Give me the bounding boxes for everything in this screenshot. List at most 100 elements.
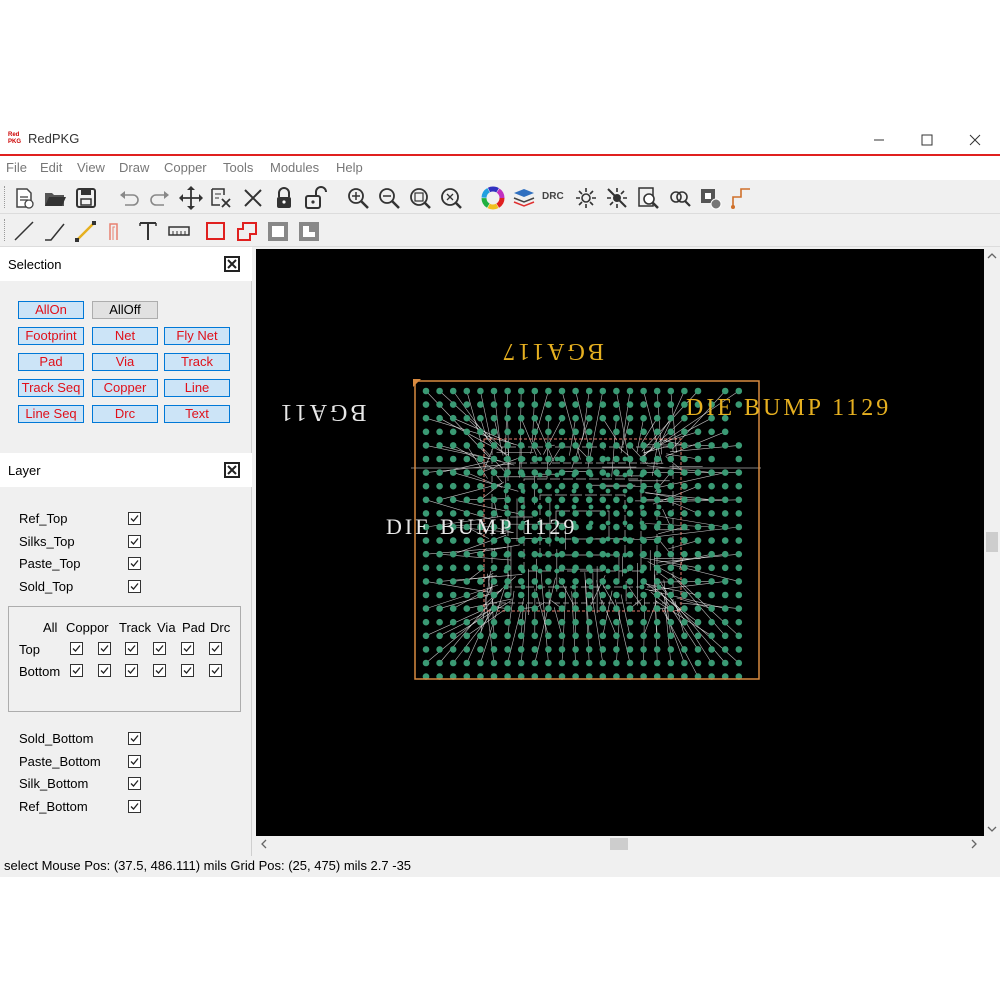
menu-edit[interactable]: Edit: [40, 160, 62, 175]
lock-icon[interactable]: [271, 185, 297, 211]
fly-net-button[interactable]: Fly Net: [164, 327, 230, 345]
paste-bottom-checkbox[interactable]: [128, 755, 141, 768]
text-tool-icon[interactable]: [135, 218, 161, 244]
line-tool-icon[interactable]: [11, 218, 37, 244]
rect-tool-icon[interactable]: [203, 218, 229, 244]
sold-top-checkbox[interactable]: [128, 580, 141, 593]
toolbar-grip[interactable]: [4, 219, 7, 241]
menu-tools[interactable]: Tools: [223, 160, 253, 175]
paste-top-checkbox[interactable]: [128, 557, 141, 570]
undo-icon[interactable]: [116, 185, 142, 211]
bottom-coppor-checkbox[interactable]: [98, 664, 111, 677]
minimize-button[interactable]: [856, 125, 902, 155]
drc-button[interactable]: Drc: [92, 405, 158, 423]
net-button[interactable]: Net: [92, 327, 158, 345]
inspect-icon[interactable]: [635, 185, 661, 211]
component-settings-icon[interactable]: [697, 185, 723, 211]
menu-view[interactable]: View: [77, 160, 105, 175]
track-seq-tool-icon[interactable]: [104, 218, 130, 244]
zoom-in-icon[interactable]: [345, 185, 371, 211]
toolbar-grip[interactable]: [4, 186, 7, 208]
bga-pad: [626, 401, 634, 408]
zoom-fit-icon[interactable]: [407, 185, 433, 211]
top-drc-checkbox[interactable]: [209, 642, 222, 655]
net-search-icon[interactable]: [666, 185, 692, 211]
zoom-out-icon[interactable]: [376, 185, 402, 211]
brightness-icon[interactable]: [573, 185, 599, 211]
bga-pad: [667, 550, 675, 558]
bottom-drc-checkbox[interactable]: [209, 664, 222, 677]
bottom-track-checkbox[interactable]: [125, 664, 138, 677]
menu-help[interactable]: Help: [336, 160, 363, 175]
copper-button[interactable]: Copper: [92, 379, 158, 397]
top-track-checkbox[interactable]: [125, 642, 138, 655]
horizontal-scrollbar[interactable]: [256, 836, 984, 852]
footprint-button[interactable]: Footprint: [18, 327, 84, 345]
bottom-pad-checkbox[interactable]: [181, 664, 194, 677]
polygon-tool-icon[interactable]: [234, 218, 260, 244]
ref-bottom-checkbox[interactable]: [128, 800, 141, 813]
route-track-icon[interactable]: [728, 185, 754, 211]
copper-fill-tool-icon[interactable]: [265, 218, 291, 244]
unlock-icon[interactable]: [302, 185, 328, 211]
cross-icon[interactable]: [240, 185, 266, 211]
maximize-button[interactable]: [904, 125, 950, 155]
zoom-area-icon[interactable]: [438, 185, 464, 211]
drc-icon[interactable]: DRC: [542, 185, 566, 211]
track-tool-icon[interactable]: [73, 218, 99, 244]
line-button[interactable]: Line: [164, 379, 230, 397]
bga-pad: [477, 428, 484, 436]
via-button[interactable]: Via: [92, 353, 158, 371]
bga-pad: [463, 442, 471, 449]
line-seq-button[interactable]: Line Seq: [18, 405, 84, 423]
save-icon[interactable]: [73, 185, 99, 211]
track-button[interactable]: Track: [164, 353, 230, 371]
track-seq-button[interactable]: Track Seq: [18, 379, 84, 397]
top-all-checkbox[interactable]: [70, 642, 83, 655]
bga-pad: [477, 550, 484, 558]
silks-top-checkbox[interactable]: [128, 535, 141, 548]
new-file-icon[interactable]: [11, 185, 37, 211]
top-via-checkbox[interactable]: [153, 642, 166, 655]
col-track-header: Track: [119, 620, 152, 635]
close-icon[interactable]: [224, 462, 240, 478]
menu-modules[interactable]: Modules: [270, 160, 319, 175]
top-coppor-checkbox[interactable]: [98, 642, 111, 655]
ref-top-checkbox[interactable]: [128, 512, 141, 525]
sold-bottom-checkbox[interactable]: [128, 732, 141, 745]
bga-pad: [653, 482, 661, 490]
layer-stack-icon[interactable]: [511, 185, 537, 211]
vertical-scrollbar[interactable]: [984, 249, 1000, 836]
left-dock: Selection AllOn AllOff Footprint Net Fly…: [0, 247, 252, 863]
menu-bar: File Edit View Draw Copper Tools Modules…: [0, 156, 1000, 180]
silk-bottom-checkbox[interactable]: [128, 777, 141, 790]
bga-pad: [585, 387, 593, 395]
bga-pad: [490, 414, 498, 422]
bottom-all-checkbox[interactable]: [70, 664, 83, 677]
redo-icon[interactable]: [147, 185, 173, 211]
delete-select-icon[interactable]: [208, 185, 234, 211]
alloff-button[interactable]: AllOff: [92, 301, 158, 319]
brightness-off-icon[interactable]: [604, 185, 630, 211]
menu-draw[interactable]: Draw: [119, 160, 149, 175]
color-wheel-icon[interactable]: [480, 185, 506, 211]
close-icon[interactable]: [224, 256, 240, 272]
top-pad-checkbox[interactable]: [181, 642, 194, 655]
pad-button[interactable]: Pad: [18, 353, 84, 371]
menu-copper[interactable]: Copper: [164, 160, 207, 175]
open-folder-icon[interactable]: [42, 185, 68, 211]
menu-file[interactable]: File: [6, 160, 27, 175]
bottom-via-checkbox[interactable]: [153, 664, 166, 677]
cutout-tool-icon[interactable]: [296, 218, 322, 244]
allon-button[interactable]: AllOn: [18, 301, 84, 319]
polyline-tool-icon[interactable]: [42, 218, 68, 244]
move-icon[interactable]: [178, 185, 204, 211]
text-button[interactable]: Text: [164, 405, 230, 423]
close-window-button[interactable]: [952, 125, 998, 155]
pcb-canvas[interactable]: BGA117 BGA11 DIE BUMP 1129 DIE BUMP 1129: [256, 249, 984, 836]
bga-pad: [558, 632, 566, 640]
layer-panel-title: Layer: [8, 463, 41, 478]
bga-pad: [613, 428, 620, 436]
dimension-tool-icon[interactable]: [166, 218, 192, 244]
bga-pad: [667, 523, 675, 531]
